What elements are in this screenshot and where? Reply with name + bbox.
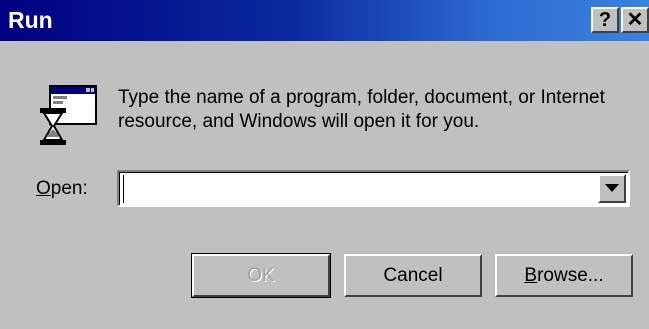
dropdown-button[interactable] [598,174,626,203]
browse-accelerator: B [524,265,538,286]
browse-button[interactable]: Browse... [495,254,633,297]
window-title: Run [8,7,53,33]
run-dialog: Run ? ✕ Type the name of a program, fold… [0,0,649,329]
open-label-accelerator: O [36,178,51,199]
cancel-button[interactable]: Cancel [344,254,482,297]
help-button[interactable]: ? [591,7,619,33]
browse-label-text: rowse... [537,265,604,286]
ok-button[interactable]: OK [191,253,331,298]
description: Type the name of a program, folder, docu… [118,86,638,134]
close-button[interactable]: ✕ [621,7,649,33]
open-label: Open: [36,178,88,200]
chevron-down-icon [605,184,619,192]
title-bar[interactable]: Run ? ✕ [0,0,649,41]
description-line-2: resource, and Windows will open it for y… [118,111,480,132]
open-label-text: pen: [50,178,88,199]
run-program-icon [36,82,98,146]
open-combobox[interactable] [117,170,630,207]
description-line-1: Type the name of a program, folder, docu… [118,87,605,108]
close-icon: ✕ [626,9,644,31]
open-input[interactable] [123,175,596,203]
